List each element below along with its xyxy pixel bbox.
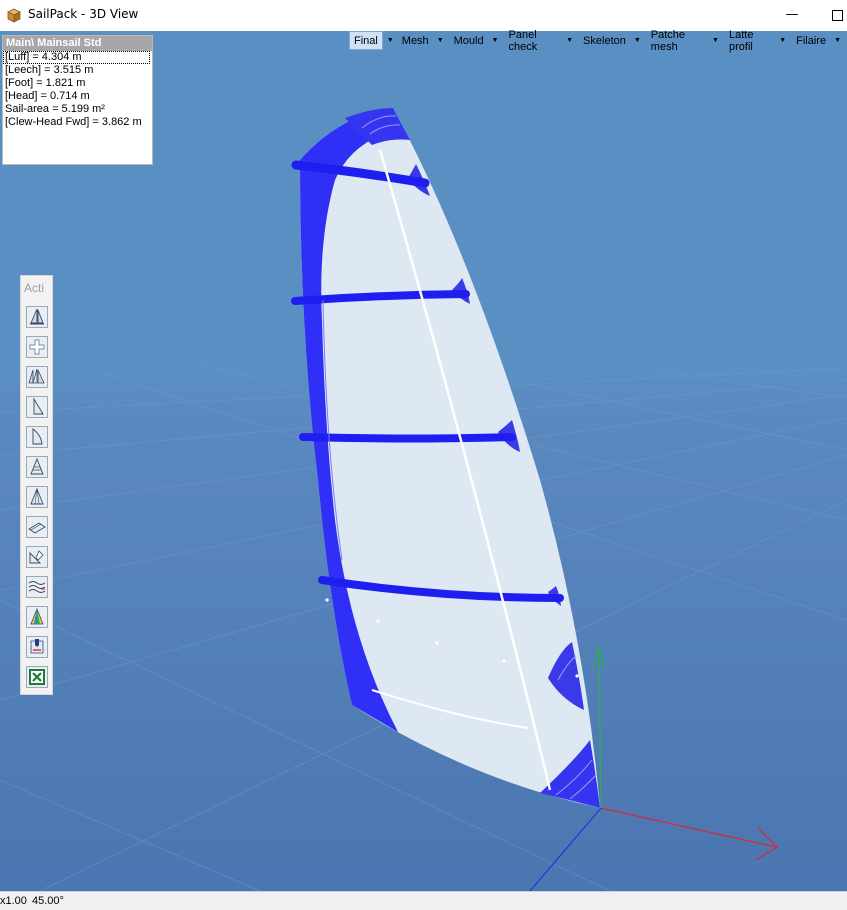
tab-label: Final: [354, 34, 378, 47]
info-row-sail-area[interactable]: Sail-area = 5.199 m²: [3, 103, 152, 116]
chevron-down-icon[interactable]: ▼: [779, 37, 786, 44]
sails-icon[interactable]: [26, 366, 48, 388]
info-row-head[interactable]: [Head] = 0.714 m: [3, 90, 152, 103]
chevron-down-icon[interactable]: ▼: [712, 37, 719, 44]
info-row-clew-head[interactable]: [Clew-Head Fwd] = 3.862 m: [3, 116, 152, 129]
tab-mould[interactable]: Mould ▼: [450, 32, 503, 49]
tab-skeleton[interactable]: Skeleton ▼: [579, 32, 645, 49]
wave-icon[interactable]: [26, 576, 48, 598]
tag-icon[interactable]: [26, 636, 48, 658]
pen-panel-icon[interactable]: [26, 546, 48, 568]
title-bar: SailPack - 3D View —: [0, 0, 847, 31]
tab-label: Patche mesh: [650, 28, 686, 53]
status-bar: x1.00 45.00°: [0, 891, 847, 910]
tab-filaire[interactable]: Filaire ▼: [792, 32, 845, 49]
tab-label: Mesh: [401, 34, 429, 47]
tab-label: Filaire: [796, 34, 827, 47]
tab-latte-profil[interactable]: Latte profil ▼: [725, 29, 790, 53]
sail-icon[interactable]: [26, 306, 48, 328]
sail-info-panel: Main\ Mainsail Std [Luff] = 4.304 m [Lee…: [2, 35, 153, 165]
maximize-button[interactable]: [826, 4, 847, 26]
info-row-foot[interactable]: [Foot] = 1.821 m: [3, 77, 152, 90]
tab-panel-check[interactable]: Panel check ▼: [505, 29, 578, 53]
excel-icon[interactable]: [26, 666, 48, 688]
tab-label: Mould: [453, 34, 484, 47]
tab-patche-mesh[interactable]: Patche mesh ▼: [647, 29, 723, 53]
chevron-down-icon[interactable]: ▼: [834, 37, 841, 44]
main-icon[interactable]: [26, 426, 48, 448]
chevron-down-icon[interactable]: ▼: [387, 37, 394, 44]
tab-label: Panel check: [508, 28, 538, 53]
actions-toolbar: Acti: [20, 275, 53, 695]
chevron-down-icon[interactable]: ▼: [566, 37, 573, 44]
view-mode-tabs: Final ▼ Mesh ▼ Mould ▼ Panel check ▼ Skelet…: [349, 29, 847, 53]
status-angle: 45.00°: [32, 895, 64, 907]
status-zoom: x1.00: [0, 895, 27, 907]
tab-final[interactable]: Final: [349, 31, 383, 50]
batten-3: [299, 433, 516, 443]
tab-mesh[interactable]: Mesh ▼: [398, 32, 448, 49]
jib-icon[interactable]: [26, 396, 48, 418]
minimize-button[interactable]: —: [781, 4, 803, 26]
info-row-leech[interactable]: [Leech] = 3.515 m: [3, 64, 152, 77]
info-panel-header: Main\ Mainsail Std: [3, 36, 152, 51]
chevron-down-icon[interactable]: ▼: [492, 37, 499, 44]
flat-panel-icon[interactable]: [26, 516, 48, 538]
maximize-icon: [831, 10, 843, 21]
chevron-down-icon[interactable]: ▼: [437, 37, 444, 44]
panels-icon[interactable]: [26, 456, 48, 478]
tab-label: Latte profil: [728, 28, 754, 53]
chevron-down-icon[interactable]: ▼: [634, 37, 641, 44]
info-row-luff[interactable]: [Luff] = 4.304 m: [3, 51, 150, 64]
sailpack-app-icon: [6, 7, 22, 23]
tab-label: Skeleton: [583, 34, 626, 47]
cross-icon[interactable]: [26, 336, 48, 358]
window-title: SailPack - 3D View: [28, 7, 139, 21]
radial-icon[interactable]: [26, 486, 48, 508]
actions-toolbar-title: Acti: [24, 281, 45, 295]
color-sail-icon[interactable]: [26, 606, 48, 628]
